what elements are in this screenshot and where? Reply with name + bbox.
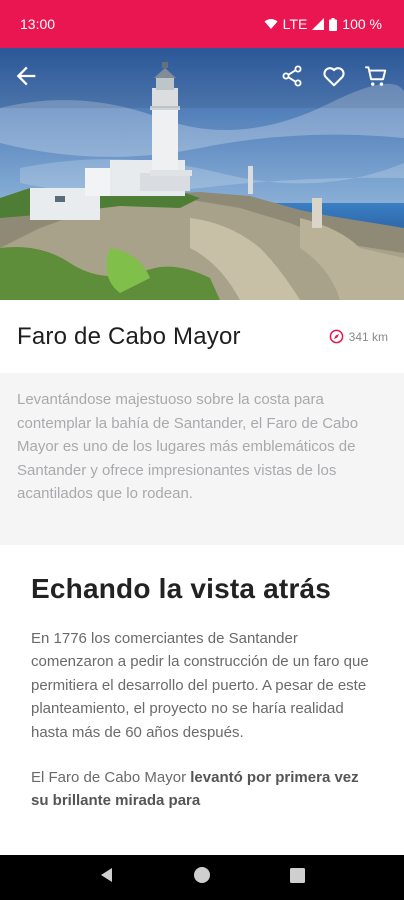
system-nav-bar [0, 855, 404, 900]
cart-icon [365, 66, 387, 86]
favorite-button[interactable] [320, 62, 348, 90]
cart-button[interactable] [362, 62, 390, 90]
history-section: Echando la vista atrás En 1776 los comer… [0, 545, 404, 855]
nav-recents-button[interactable] [289, 867, 305, 888]
distance-indicator: 341 km [329, 329, 388, 344]
battery-icon [329, 17, 338, 31]
network-label: LTE [282, 16, 308, 32]
compass-icon [329, 329, 343, 344]
paragraph-2-text: El Faro de Cabo Mayor [31, 769, 191, 787]
wifi-icon [264, 19, 278, 29]
signal-icon [312, 18, 325, 30]
battery-label: 100 % [342, 16, 382, 32]
share-icon [282, 65, 302, 87]
place-title: Faro de Cabo Mayor [17, 322, 241, 350]
hero-toolbar [0, 48, 404, 104]
status-icons: LTE 100 % [264, 16, 382, 32]
hero-image [0, 48, 404, 300]
section-paragraph-2: El Faro de Cabo Mayor levantó por primer… [31, 766, 374, 813]
square-recents-icon [289, 867, 305, 883]
hero-actions [278, 62, 390, 90]
circle-home-icon [194, 867, 211, 883]
section-paragraph-1: En 1776 los comerciantes de Santander co… [31, 630, 369, 741]
distance-label: 341 km [348, 329, 388, 344]
intro-text: Levantándose majestuoso sobre la costa p… [17, 391, 359, 503]
heart-icon [323, 67, 345, 87]
back-button[interactable] [12, 62, 40, 90]
nav-home-button[interactable] [193, 866, 211, 889]
share-button[interactable] [278, 62, 306, 90]
triangle-back-icon [101, 868, 113, 882]
nav-back-button[interactable] [99, 867, 115, 888]
section-title: Echando la vista atrás [31, 573, 332, 604]
status-bar: 13:00 LTE 100 % [0, 0, 404, 48]
place-header: Faro de Cabo Mayor 341 km [0, 300, 404, 373]
status-time: 13:00 [20, 16, 56, 32]
arrow-left-icon [16, 66, 36, 86]
